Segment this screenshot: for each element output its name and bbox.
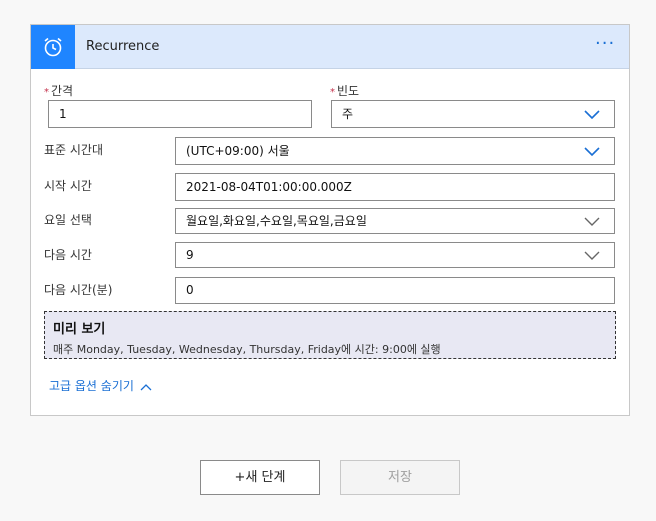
- interval-label: * 간격: [44, 84, 74, 98]
- timezone-value: (UTC+09:00) 서울: [186, 144, 290, 158]
- new-step-button[interactable]: +새 단계: [200, 460, 320, 495]
- weekdays-value: 월요일,화요일,수요일,목요일,금요일: [186, 214, 367, 228]
- more-options-icon[interactable]: ···: [595, 33, 615, 54]
- weekdays-label: 요일 선택: [44, 213, 92, 227]
- hours-label: 다음 시간: [44, 248, 92, 262]
- minutes-label: 다음 시간(분): [44, 283, 113, 297]
- frequency-label: * 빈도: [330, 84, 360, 98]
- minutes-input[interactable]: 0: [175, 277, 615, 304]
- card-title: Recurrence: [86, 39, 160, 54]
- advanced-label: 고급 옵션 숨기기: [49, 379, 134, 393]
- hide-advanced-options-link[interactable]: 고급 옵션 숨기기: [49, 377, 152, 394]
- hours-select[interactable]: 9: [175, 242, 615, 268]
- interval-input[interactable]: 1: [48, 100, 312, 128]
- chevron-down-icon: [584, 251, 600, 260]
- recurrence-card: Recurrence ··· * 간격 1 * 빈도 주 표준 시간대 (UTC+0…: [30, 24, 630, 416]
- frequency-value: 주: [342, 107, 354, 121]
- start-time-label: 시작 시간: [44, 179, 92, 193]
- card-header[interactable]: Recurrence ···: [31, 25, 629, 69]
- weekdays-select[interactable]: 월요일,화요일,수요일,목요일,금요일: [175, 208, 615, 234]
- chevron-down-icon: [584, 147, 600, 157]
- preview-box: 미리 보기 매주 Monday, Tuesday, Wednesday, Thu…: [44, 311, 616, 359]
- save-button[interactable]: 저장: [340, 460, 460, 495]
- preview-text: 매주 Monday, Tuesday, Wednesday, Thursday,…: [53, 343, 441, 356]
- chevron-up-icon: [140, 383, 152, 390]
- alarm-clock-icon: [31, 25, 75, 69]
- frequency-select[interactable]: 주: [331, 100, 615, 128]
- timezone-select[interactable]: (UTC+09:00) 서울: [175, 137, 615, 165]
- chevron-down-icon: [584, 217, 600, 226]
- hours-value: 9: [186, 248, 194, 262]
- chevron-down-icon: [584, 110, 600, 120]
- start-time-input[interactable]: 2021-08-04T01:00:00.000Z: [175, 173, 615, 201]
- preview-title: 미리 보기: [53, 322, 106, 337]
- timezone-label: 표준 시간대: [44, 143, 104, 157]
